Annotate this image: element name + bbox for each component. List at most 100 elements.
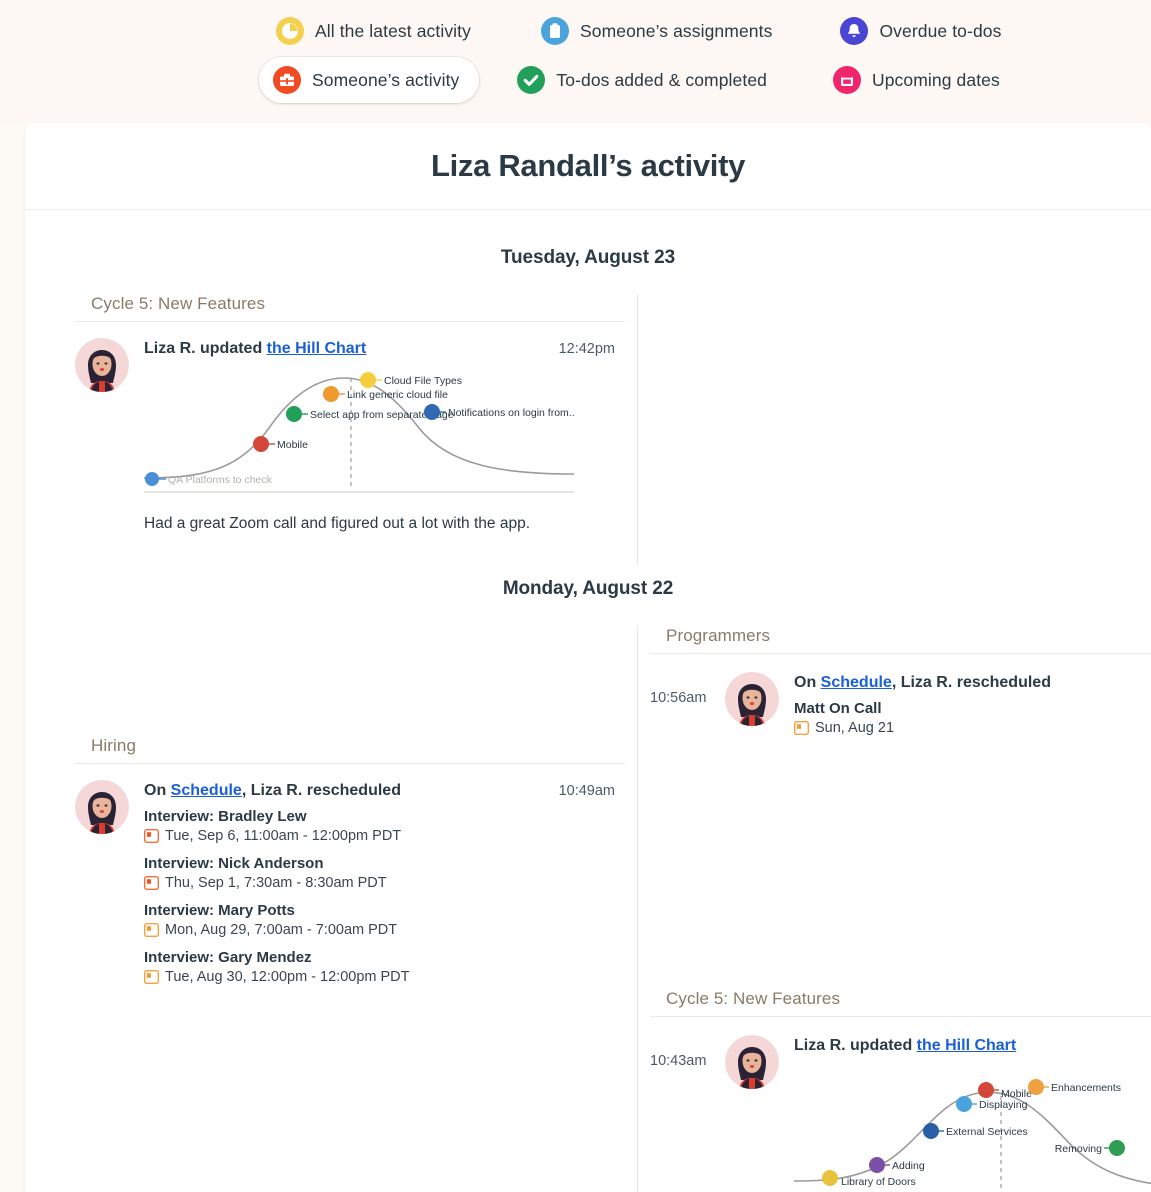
rescheduled-item: Interview: Gary Mendez Tue, Aug 30, 12:0…: [143, 948, 625, 985]
nav-item-someones-activity[interactable]: Someone’s activity: [259, 57, 480, 103]
day-section-tuesday: Tuesday, August 23 Cycle 5: New Features…: [25, 210, 1151, 564]
rescheduled-item: Interview: Nick Anderson Thu, Sep 1, 7:3…: [143, 854, 625, 891]
entry-headline: On Schedule, Liza R. rescheduled: [794, 672, 1151, 694]
svg-text:Enhancements: Enhancements: [1051, 1082, 1121, 1094]
day-heading: Monday, August 22: [502, 578, 674, 599]
svg-text:Notifications on login from...: Notifications on login from...: [448, 407, 574, 419]
activity-card: Liza Randall’s activity Tuesday, August …: [25, 123, 1151, 1192]
calendar-icon: [832, 66, 861, 94]
day-section-monday: Monday, August 22 Hiring On Schedule, Li…: [25, 564, 1151, 1192]
nav-item-label: Someone’s assignments: [579, 20, 773, 41]
nav-item-label: Upcoming dates: [871, 69, 1000, 90]
hill-chart-link[interactable]: the Hill Chart: [267, 340, 367, 357]
nav-item-label: All the latest activity: [315, 20, 471, 41]
avatar: [725, 1035, 779, 1089]
svg-text:Displaying: Displaying: [979, 1099, 1028, 1111]
clock-icon: [276, 17, 304, 45]
activity-entry[interactable]: On Schedule, Liza R. rescheduled Intervi…: [75, 764, 625, 985]
check-icon: [517, 66, 546, 94]
avatar: [725, 672, 779, 726]
activity-group-cycle5-tue: Cycle 5: New Features Liza R. updated th…: [75, 294, 625, 533]
activity-group-cycle5-mon: Cycle 5: New Features 10:43am Liza R. up…: [650, 989, 1151, 1192]
schedule-link[interactable]: Schedule: [171, 782, 242, 799]
item-title: Interview: Gary Mendez: [144, 948, 312, 966]
svg-text:Library of Doors: Library of Doors: [841, 1176, 916, 1188]
hill-chart-link[interactable]: the Hill Chart: [917, 1037, 1017, 1054]
item-date: Sun, Aug 21: [793, 719, 1151, 736]
entry-headline-suffix: , Liza R. rescheduled: [241, 782, 401, 799]
entry-headline-prefix: On: [144, 782, 171, 799]
item-date-text: Sun, Aug 21: [815, 719, 895, 736]
group-title: Programmers: [650, 626, 1151, 654]
item-date: Thu, Sep 1, 7:30am - 8:30am PDT: [143, 874, 625, 891]
entry-headline: On Schedule, Liza R. rescheduled: [144, 780, 625, 802]
entry-timestamp: 10:49am: [558, 783, 615, 799]
avatar: [75, 338, 129, 392]
entry-headline: Liza R. updated the Hill Chart: [144, 338, 625, 360]
group-title: Hiring: [75, 736, 625, 764]
item-title: Interview: Bradley Lew: [144, 807, 307, 825]
entry-headline-suffix: , Liza R. rescheduled: [891, 674, 1051, 691]
activity-page: All the latest activity Someone’s assign…: [0, 0, 1151, 1192]
column-divider: [637, 626, 638, 1192]
day-heading: Tuesday, August 23: [500, 247, 676, 268]
calendar-small-icon: [143, 828, 160, 843]
activity-group-programmers: Programmers 10:56am On Schedule, Liza R.…: [650, 626, 1151, 736]
item-title: Matt On Call: [794, 699, 882, 717]
filter-nav: All the latest activity Someone’s assign…: [0, 0, 1151, 123]
entry-timestamp: 10:56am: [650, 690, 707, 706]
entry-headline-prefix: Liza R. updated: [144, 340, 267, 357]
nav-item-label: Overdue to-dos: [879, 20, 1002, 41]
rescheduled-item: Interview: Mary Potts Mon, Aug 29, 7:00a…: [143, 901, 625, 938]
entry-headline-prefix: Liza R. updated: [794, 1037, 917, 1054]
nav-item-upcoming-dates[interactable]: Upcoming dates: [819, 57, 1020, 103]
entry-headline-prefix: On: [794, 674, 821, 691]
item-date: Tue, Sep 6, 11:00am - 12:00pm PDT: [143, 827, 625, 844]
nav-item-overdue-todos[interactable]: Overdue to-dos: [826, 8, 1021, 54]
schedule-link[interactable]: Schedule: [821, 674, 892, 691]
nav-item-all-latest-activity[interactable]: All the latest activity: [262, 8, 491, 54]
page-title: Liza Randall’s activity: [430, 148, 746, 183]
svg-text:QA Platforms to check: QA Platforms to check: [168, 474, 273, 486]
calendar-small-icon: [793, 720, 810, 735]
nav-item-label: To-dos added & completed: [556, 69, 767, 90]
svg-text:Cloud File Types: Cloud File Types: [384, 375, 462, 387]
svg-text:Mobile: Mobile: [1001, 1088, 1032, 1100]
entry-headline: Liza R. updated the Hill Chart: [794, 1035, 1151, 1057]
nav-item-someones-assignments[interactable]: Someone’s assignments: [527, 8, 792, 54]
item-date-text: Thu, Sep 1, 7:30am - 8:30am PDT: [165, 874, 387, 891]
rescheduled-item: Interview: Bradley Lew Tue, Sep 6, 11:00…: [143, 807, 625, 844]
calendar-small-icon: [143, 969, 160, 984]
item-title: Interview: Nick Anderson: [144, 854, 324, 872]
group-title: Cycle 5: New Features: [650, 989, 1151, 1017]
hill-chart-2[interactable]: Library of Doors Adding External Service…: [793, 1063, 1151, 1192]
avatar: [75, 780, 129, 834]
hill-chart-1[interactable]: QA Platforms to check Mobile Select app …: [143, 366, 625, 501]
nav-item-todos-added-completed[interactable]: To-dos added & completed: [503, 57, 787, 103]
nav-item-label: Someone’s activity: [312, 69, 460, 90]
bell-icon: [840, 17, 869, 45]
calendar-small-icon: [143, 922, 160, 937]
item-date-text: Tue, Aug 30, 12:00pm - 12:00pm PDT: [165, 968, 410, 985]
clipboard-icon: [540, 17, 569, 45]
activity-entry[interactable]: Liza R. updated the Hill Chart QA Platfo…: [75, 322, 625, 533]
item-date-text: Mon, Aug 29, 7:00am - 7:00am PDT: [165, 921, 398, 938]
activity-entry[interactable]: 10:43am Liza R. updated the Hill Chart L…: [650, 1017, 1151, 1192]
svg-text:Mobile: Mobile: [277, 439, 308, 451]
rescheduled-items: Interview: Bradley Lew Tue, Sep 6, 11:00…: [143, 807, 625, 985]
activity-entry[interactable]: 10:56am On Schedule, Liza R. rescheduled…: [650, 654, 1151, 736]
column-divider: [637, 294, 638, 564]
svg-text:External Services: External Services: [946, 1126, 1028, 1138]
svg-text:Removing: Removing: [1055, 1143, 1102, 1155]
item-title: Interview: Mary Potts: [144, 901, 295, 919]
activity-group-hiring: Hiring On Schedule, Liza R. rescheduled: [75, 736, 625, 985]
entry-timestamp: 10:43am: [650, 1053, 707, 1069]
entry-timestamp: 12:42pm: [558, 341, 615, 357]
item-date: Mon, Aug 29, 7:00am - 7:00am PDT: [143, 921, 625, 938]
group-title: Cycle 5: New Features: [75, 294, 625, 322]
entry-note: Had a great Zoom call and figured out a …: [144, 514, 531, 532]
svg-text:Adding: Adding: [892, 1160, 925, 1172]
item-date-text: Tue, Sep 6, 11:00am - 12:00pm PDT: [165, 827, 402, 844]
calendar-small-icon: [143, 875, 160, 890]
card-header: Liza Randall’s activity: [25, 123, 1151, 210]
